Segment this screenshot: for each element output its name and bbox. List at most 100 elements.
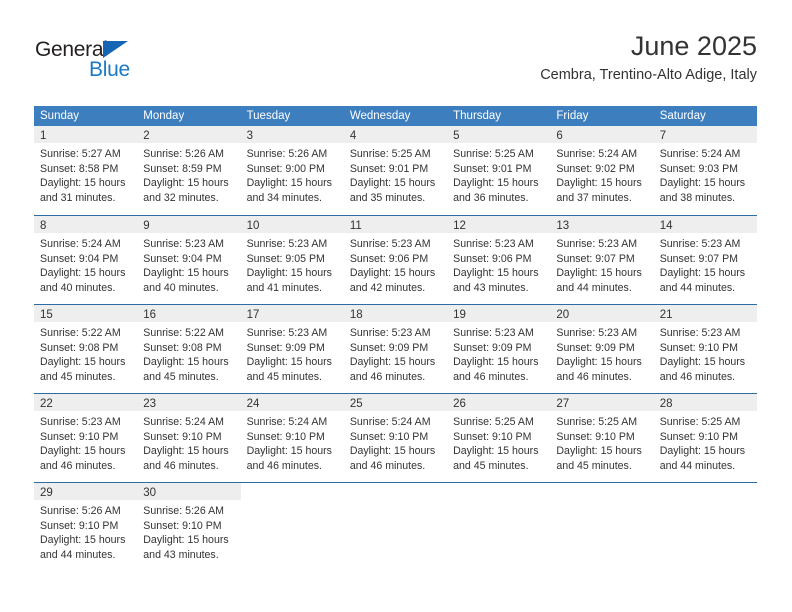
day-detail-line: Sunrise: 5:23 AM	[659, 327, 741, 339]
weekday-header-saturday: Saturday	[659, 110, 706, 122]
day-detail-line: and 46 minutes.	[349, 370, 426, 383]
day-detail-line: Daylight: 15 hours	[453, 445, 539, 458]
day-detail-line: Sunset: 9:10 PM	[143, 430, 222, 443]
day-detail-line: and 37 minutes.	[556, 191, 632, 204]
day-detail-line: Sunset: 9:07 PM	[556, 252, 635, 265]
day-number-strip: 13	[550, 216, 654, 233]
day-detail-line: Sunset: 9:10 PM	[40, 430, 119, 443]
day-detail-line: Daylight: 15 hours	[556, 445, 642, 458]
day-number: 11	[349, 220, 362, 232]
day-cell-4[interactable]: 4 Sunrise: 5:25 AM Sunset: 9:01 PM Daylight…	[343, 126, 448, 215]
day-cell-12[interactable]: 12 Sunrise: 5:23 AM Sunset: 9:06 PM Dayligh…	[447, 216, 551, 304]
day-detail-line: Sunset: 9:10 PM	[453, 430, 532, 443]
day-cell-14[interactable]: 14 Sunrise: 5:23 AM Sunset: 9:07 PM Dayligh…	[653, 216, 757, 304]
day-details: Sunrise: 5:22 AM Sunset: 9:08 PM Daylight:…	[34, 322, 137, 384]
day-number-strip: 14	[653, 216, 757, 233]
calendar-week-row: 8 Sunrise: 5:24 AM Sunset: 9:04 PM Daylight…	[34, 215, 757, 304]
day-details: Sunrise: 5:24 AM Sunset: 9:10 PM Daylight:…	[137, 411, 240, 473]
day-detail-line: Sunrise: 5:24 AM	[349, 416, 431, 428]
day-cell-30[interactable]: 30 Sunrise: 5:26 AM Sunset: 9:10 PM Dayligh…	[137, 483, 241, 571]
calendar-week-row: 15 Sunrise: 5:22 AM Sunset: 9:08 PM Dayligh…	[34, 304, 757, 393]
day-number: 29	[40, 487, 53, 499]
day-cell-25[interactable]: 25 Sunrise: 5:24 AM Sunset: 9:10 PM Dayligh…	[343, 394, 448, 482]
day-cell-empty	[447, 483, 551, 571]
day-number: 25	[349, 398, 363, 410]
day-detail-line: Sunrise: 5:23 AM	[556, 327, 638, 339]
page-subtitle: Cembra, Trentino-Alto Adige, Italy	[540, 67, 757, 83]
day-number-strip: 16	[137, 305, 241, 322]
day-cell-23[interactable]: 23 Sunrise: 5:24 AM Sunset: 9:10 PM Dayligh…	[137, 394, 241, 482]
day-detail-line: and 43 minutes.	[143, 548, 219, 561]
day-details	[550, 500, 653, 504]
day-cell-22[interactable]: 22 Sunrise: 5:23 AM Sunset: 9:10 PM Dayligh…	[34, 394, 138, 482]
day-number-strip: 23	[137, 394, 241, 411]
day-details: Sunrise: 5:23 AM Sunset: 9:07 PM Daylight:…	[654, 233, 757, 295]
day-cell-empty	[653, 483, 757, 571]
day-cell-20[interactable]: 20 Sunrise: 5:23 AM Sunset: 9:09 PM Dayligh…	[550, 305, 654, 393]
day-details: Sunrise: 5:27 AM Sunset: 8:58 PM Daylight:…	[34, 143, 137, 205]
day-cell-18[interactable]: 18 Sunrise: 5:23 AM Sunset: 9:09 PM Dayligh…	[343, 305, 448, 393]
day-details: Sunrise: 5:23 AM Sunset: 9:09 PM Daylight:…	[550, 322, 653, 384]
day-cell-26[interactable]: 26 Sunrise: 5:25 AM Sunset: 9:10 PM Dayligh…	[447, 394, 551, 482]
day-detail-line: Sunset: 9:04 PM	[40, 252, 119, 265]
day-detail-line: and 31 minutes.	[40, 191, 116, 204]
day-details: Sunrise: 5:26 AM Sunset: 9:10 PM Daylight:…	[137, 500, 240, 562]
day-cell-13[interactable]: 13 Sunrise: 5:23 AM Sunset: 9:07 PM Dayligh…	[550, 216, 654, 304]
day-detail-line: Sunset: 9:10 PM	[659, 341, 739, 354]
day-cell-24[interactable]: 24 Sunrise: 5:24 AM Sunset: 9:10 PM Dayligh…	[240, 394, 344, 482]
day-detail-line: Sunrise: 5:23 AM	[453, 238, 534, 250]
day-details	[241, 500, 344, 504]
day-number-strip: 28	[653, 394, 757, 411]
day-cell-29[interactable]: 29 Sunrise: 5:26 AM Sunset: 9:10 PM Dayligh…	[34, 483, 138, 571]
generalblue-logo[interactable]: General Blue	[35, 38, 235, 86]
day-detail-line: Daylight: 15 hours	[40, 534, 126, 547]
day-detail-line: and 46 minutes.	[659, 370, 736, 383]
day-cell-1[interactable]: 1 Sunrise: 5:27 AM Sunset: 8:58 PM Daylight…	[34, 126, 138, 215]
page-title: June 2025	[630, 31, 757, 61]
day-detail-line: and 46 minutes.	[349, 459, 426, 472]
day-cell-27[interactable]: 27 Sunrise: 5:25 AM Sunset: 9:10 PM Dayligh…	[550, 394, 654, 482]
day-cell-19[interactable]: 19 Sunrise: 5:23 AM Sunset: 9:09 PM Dayligh…	[447, 305, 551, 393]
day-detail-line: Daylight: 15 hours	[349, 267, 436, 280]
day-cell-21[interactable]: 21 Sunrise: 5:23 AM Sunset: 9:10 PM Dayligh…	[653, 305, 757, 393]
day-detail-line: and 44 minutes.	[556, 281, 632, 294]
day-details: Sunrise: 5:24 AM Sunset: 9:10 PM Daylight:…	[344, 411, 447, 473]
weekday-header-wednesday: Wednesday	[349, 110, 411, 122]
day-detail-line: Daylight: 15 hours	[143, 267, 229, 280]
day-number-strip: 10	[240, 216, 344, 233]
day-detail-line: and 34 minutes.	[246, 191, 322, 204]
day-cell-3[interactable]: 3 Sunrise: 5:26 AM Sunset: 9:00 PM Daylight…	[240, 126, 344, 215]
day-details: Sunrise: 5:23 AM Sunset: 9:04 PM Daylight:…	[137, 233, 240, 295]
day-details: Sunrise: 5:24 AM Sunset: 9:03 PM Daylight:…	[654, 143, 757, 205]
day-detail-line: and 46 minutes.	[453, 370, 529, 383]
day-number-strip: 8	[34, 216, 138, 233]
day-detail-line: Daylight: 15 hours	[659, 267, 746, 280]
day-cell-9[interactable]: 9 Sunrise: 5:23 AM Sunset: 9:04 PM Daylight…	[137, 216, 241, 304]
day-number-strip: 24	[240, 394, 344, 411]
day-cell-16[interactable]: 16 Sunrise: 5:22 AM Sunset: 9:08 PM Dayligh…	[137, 305, 241, 393]
day-cell-5[interactable]: 5 Sunrise: 5:25 AM Sunset: 9:01 PM Daylight…	[447, 126, 551, 215]
day-cell-6[interactable]: 6 Sunrise: 5:24 AM Sunset: 9:02 PM Daylight…	[550, 126, 654, 215]
day-detail-line: and 44 minutes.	[659, 281, 736, 294]
day-detail-line: and 40 minutes.	[143, 281, 219, 294]
day-number-strip: 4	[343, 126, 448, 143]
day-cell-28[interactable]: 28 Sunrise: 5:25 AM Sunset: 9:10 PM Dayligh…	[653, 394, 757, 482]
day-number-strip: 22	[34, 394, 138, 411]
day-details: Sunrise: 5:23 AM Sunset: 9:06 PM Daylight:…	[447, 233, 550, 295]
day-number: 12	[453, 220, 466, 232]
day-cell-7[interactable]: 7 Sunrise: 5:24 AM Sunset: 9:03 PM Daylight…	[653, 126, 757, 215]
day-detail-line: and 32 minutes.	[143, 191, 219, 204]
day-cell-2[interactable]: 2 Sunrise: 5:26 AM Sunset: 8:59 PM Daylight…	[137, 126, 241, 215]
day-details: Sunrise: 5:23 AM Sunset: 9:09 PM Daylight:…	[447, 322, 550, 384]
day-number-strip	[653, 483, 757, 500]
day-cell-10[interactable]: 10 Sunrise: 5:23 AM Sunset: 9:05 PM Dayligh…	[240, 216, 344, 304]
day-cell-11[interactable]: 11 Sunrise: 5:23 AM Sunset: 9:06 PM Dayligh…	[343, 216, 448, 304]
day-details: Sunrise: 5:23 AM Sunset: 9:07 PM Daylight:…	[550, 233, 653, 295]
day-number: 10	[246, 220, 260, 232]
day-detail-line: Sunset: 9:10 PM	[659, 430, 739, 443]
day-cell-8[interactable]: 8 Sunrise: 5:24 AM Sunset: 9:04 PM Daylight…	[34, 216, 138, 304]
day-cell-17[interactable]: 17 Sunrise: 5:23 AM Sunset: 9:09 PM Dayligh…	[240, 305, 344, 393]
day-detail-line: Sunrise: 5:24 AM	[143, 416, 224, 428]
day-cell-15[interactable]: 15 Sunrise: 5:22 AM Sunset: 9:08 PM Dayligh…	[34, 305, 138, 393]
day-number-strip: 9	[137, 216, 241, 233]
